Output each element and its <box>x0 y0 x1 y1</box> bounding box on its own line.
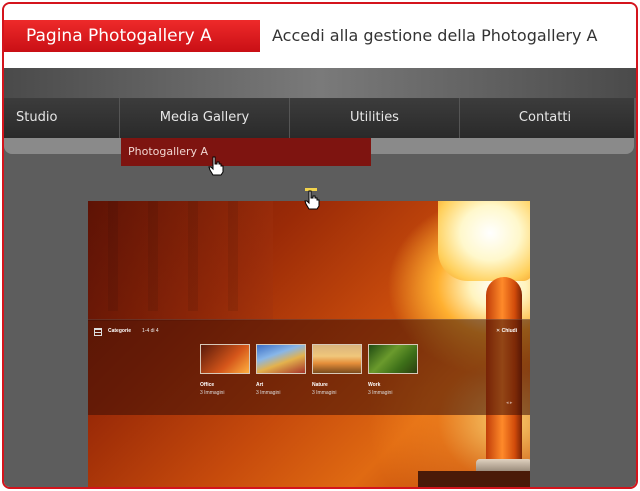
list-icon <box>94 328 102 336</box>
category-name: Work <box>368 382 381 388</box>
thumbnail-office[interactable] <box>200 344 250 374</box>
dropdown-item-photogallery-a[interactable]: Photogallery A <box>121 138 371 166</box>
caption-office: Office 3 Immagini <box>200 382 250 396</box>
wall-texture <box>108 201 268 311</box>
app-frame: Pagina Photogallery A Accedi alla gestio… <box>2 2 638 489</box>
nav-item-media-gallery[interactable]: Media Gallery <box>120 98 290 138</box>
category-count: 3 Immagini <box>200 390 225 396</box>
category-count: 3 Immagini <box>368 390 393 396</box>
page-title-tab: Pagina Photogallery A <box>4 20 260 52</box>
header: Pagina Photogallery A Accedi alla gestio… <box>4 4 636 68</box>
thumbnail-row <box>200 344 418 374</box>
gallery-photo: Categorie 1-4 di 4 ✕ Chiudi Office 3 Imm… <box>88 201 530 487</box>
nav-item-utilities[interactable]: Utilities <box>290 98 460 138</box>
site-top-bar <box>4 68 636 98</box>
nav-item-studio[interactable]: Studio <box>4 98 120 138</box>
category-panel: Categorie 1-4 di 4 ✕ Chiudi Office 3 Imm… <box>88 319 530 415</box>
category-name: Office <box>200 382 215 388</box>
caption-art: Art 3 Immagini <box>256 382 306 396</box>
panel-nav-arrows[interactable]: ◂ ▸ <box>506 400 512 406</box>
header-subtitle: Accedi alla gestione della Photogallery … <box>272 26 598 45</box>
category-name: Art <box>256 382 264 388</box>
thumbnail-work[interactable] <box>368 344 418 374</box>
caption-nature: Nature 3 Immagini <box>312 382 362 396</box>
lamp-shade-shape <box>438 201 530 281</box>
thumbnail-nature[interactable] <box>312 344 362 374</box>
panel-count: 1-4 di 4 <box>142 328 159 334</box>
category-count: 3 Immagini <box>256 390 281 396</box>
hand-cursor-icon <box>208 156 224 176</box>
bedside-table-shape <box>418 471 530 487</box>
category-name: Nature <box>312 382 328 388</box>
caption-row: Office 3 Immagini Art 3 Immagini Nature … <box>200 382 418 396</box>
thumbnail-art[interactable] <box>256 344 306 374</box>
category-count: 3 Immagini <box>312 390 337 396</box>
main-nav: Studio Media Gallery Utilities Contatti <box>4 98 634 138</box>
nav-item-contatti[interactable]: Contatti <box>460 98 630 138</box>
caption-work: Work 3 Immagini <box>368 382 418 396</box>
panel-title: Categorie <box>108 328 132 334</box>
hand-cursor-icon <box>304 190 320 210</box>
close-button[interactable]: ✕ Chiudi <box>496 328 517 334</box>
